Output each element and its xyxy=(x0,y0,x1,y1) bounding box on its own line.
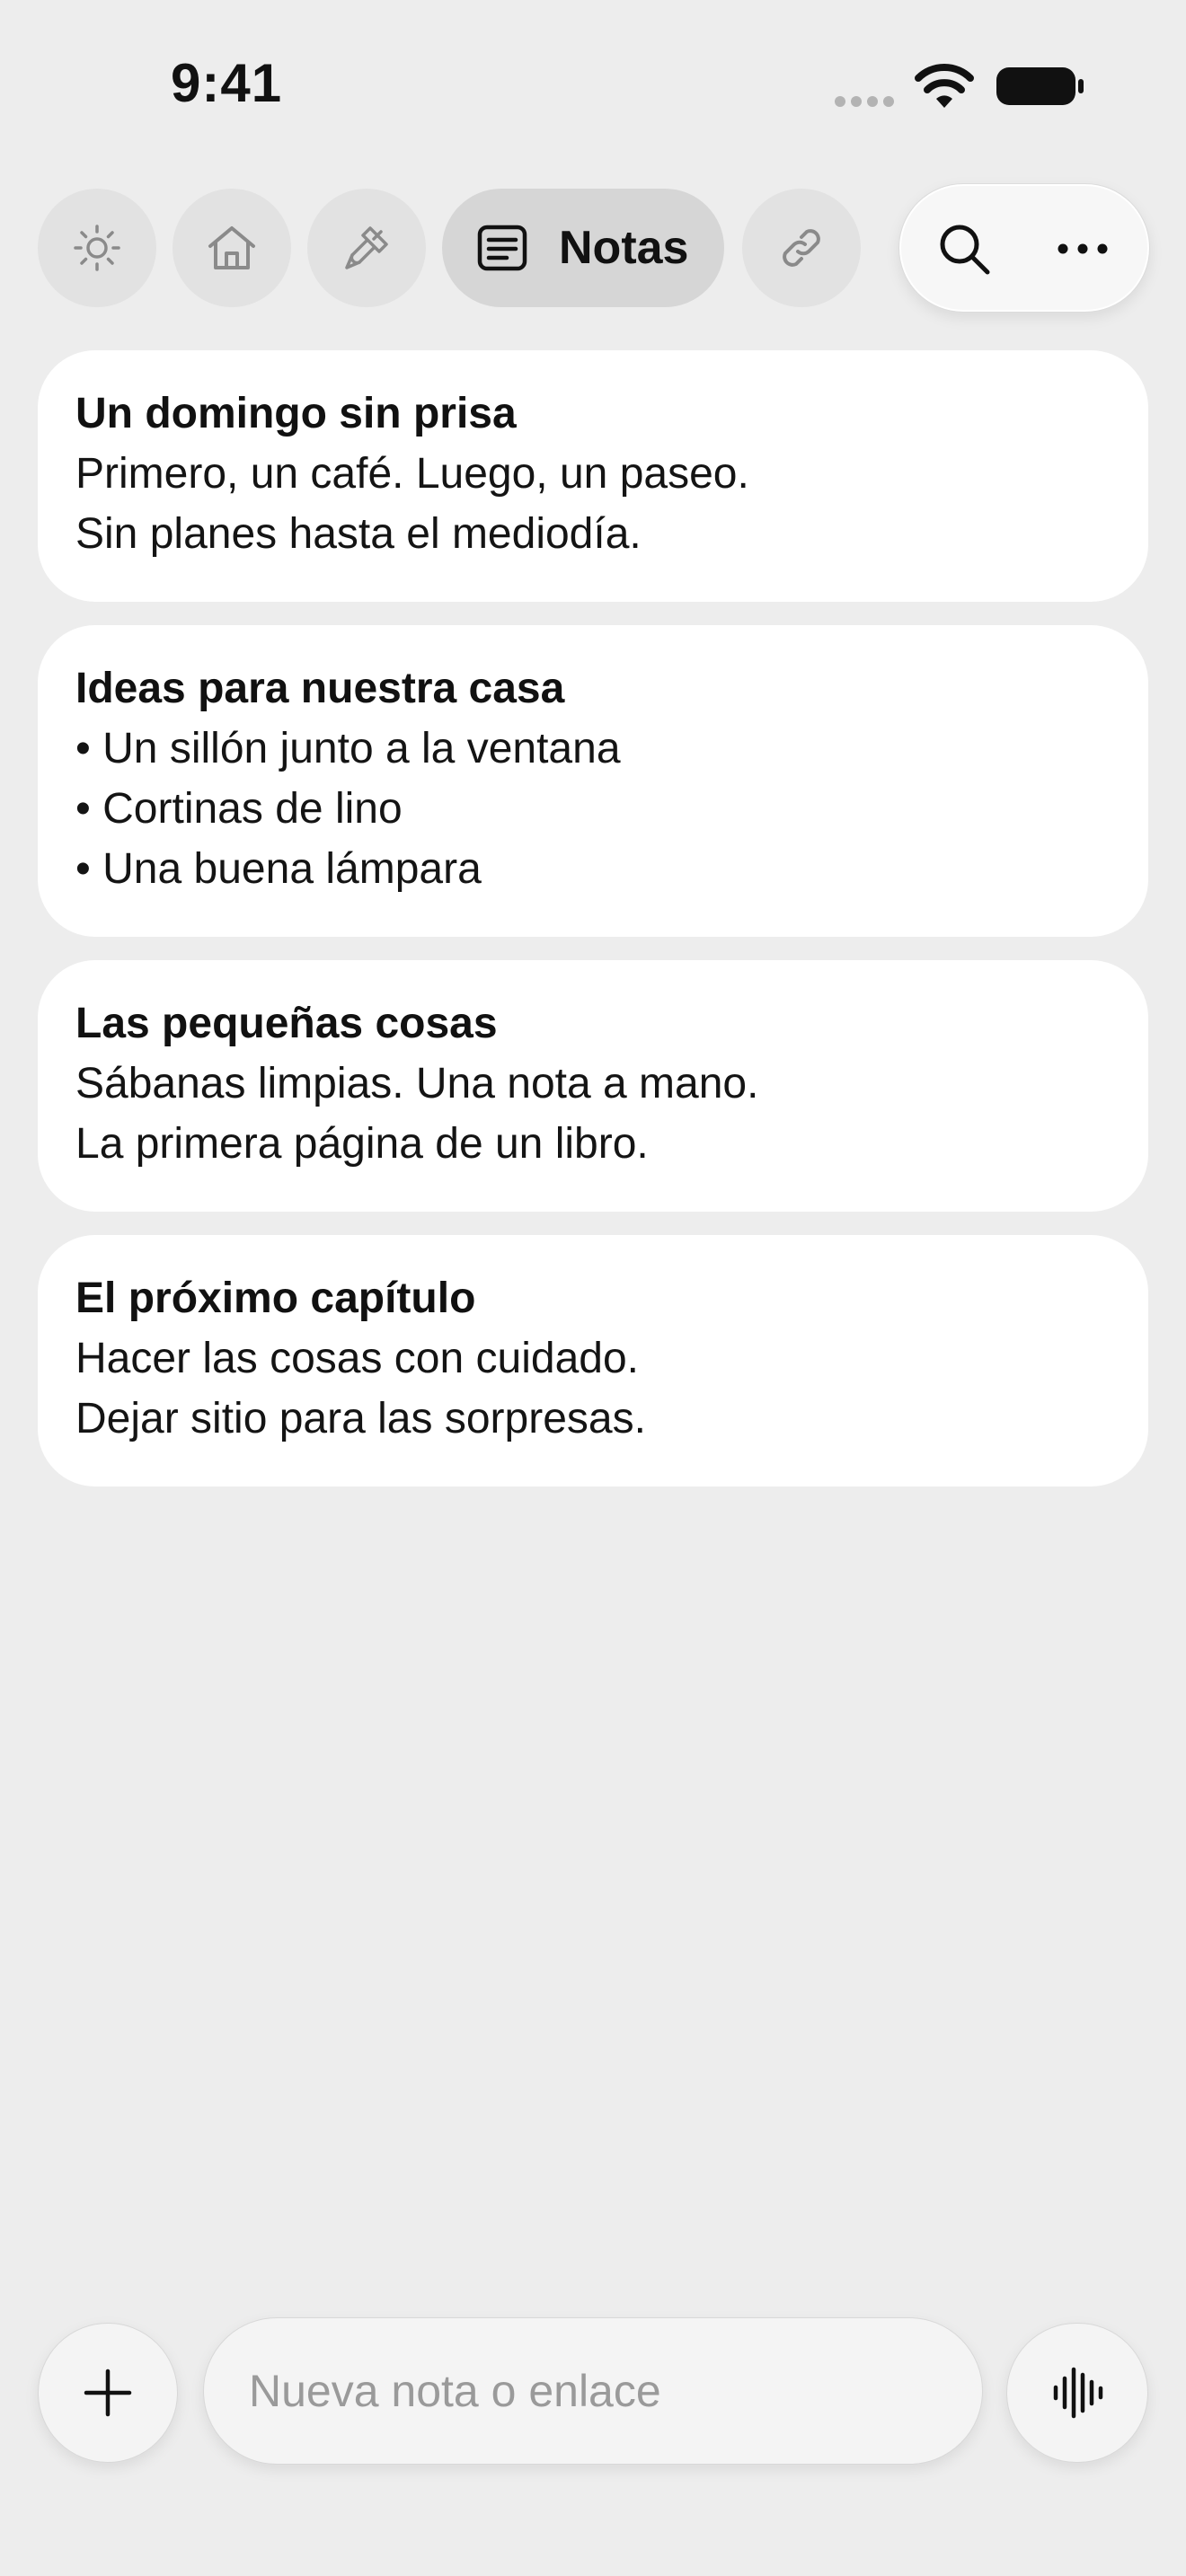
note-line: • Una buena lámpara xyxy=(75,845,482,893)
link-icon xyxy=(783,229,820,267)
note-line: Dejar sitio para las sorpresas. xyxy=(75,1395,646,1442)
note-line: La primera página de un libro. xyxy=(75,1120,649,1168)
new-note-input[interactable] xyxy=(203,2317,983,2465)
note-line: Hacer las cosas con cuidado. xyxy=(75,1335,639,1382)
note-line: • Un sillón junto a la ventana xyxy=(75,725,621,772)
notes-icon xyxy=(477,225,527,271)
tab-notas[interactable]: Notas xyxy=(442,189,724,307)
note-card[interactable]: El próximo capítulo Hacer las cosas con … xyxy=(38,1235,1148,1486)
note-title: Un domingo sin prisa xyxy=(75,390,517,437)
cellular-signal-icon xyxy=(835,96,894,107)
notes-list: Un domingo sin prisa Primero, un café. L… xyxy=(38,350,1148,1510)
nav-actions-group xyxy=(898,183,1150,313)
wifi-icon xyxy=(915,64,974,108)
status-time: 9:41 xyxy=(171,53,283,113)
note-title: Las pequeñas cosas xyxy=(75,1000,498,1047)
note-card[interactable]: Ideas para nuestra casa • Un sillón junt… xyxy=(38,625,1148,937)
search-icon[interactable] xyxy=(935,220,993,278)
note-line: Sin planes hasta el mediodía. xyxy=(75,510,642,558)
paintbrush-icon xyxy=(345,226,388,269)
note-card[interactable]: Un domingo sin prisa Primero, un café. L… xyxy=(38,350,1148,602)
note-line: Primero, un café. Luego, un paseo. xyxy=(75,450,749,498)
plus-icon xyxy=(84,2369,132,2417)
home-icon xyxy=(208,226,255,269)
nav-item-home[interactable] xyxy=(173,189,291,307)
nav-item-sun[interactable] xyxy=(38,189,156,307)
note-line: • Cortinas de lino xyxy=(75,785,403,833)
nav-item-link[interactable] xyxy=(742,189,861,307)
sun-icon xyxy=(74,225,120,271)
tab-notas-label: Notas xyxy=(559,222,689,274)
status-bar: 9:41 xyxy=(0,0,1186,171)
battery-icon xyxy=(996,67,1084,105)
nav-item-paintbrush[interactable] xyxy=(307,189,426,307)
note-title: El próximo capítulo xyxy=(75,1275,476,1322)
note-title: Ideas para nuestra casa xyxy=(75,665,565,712)
note-card[interactable]: Las pequeñas cosas Sábanas limpias. Una … xyxy=(38,960,1148,1212)
waveform-icon xyxy=(1053,2367,1103,2419)
note-line: Sábanas limpias. Una nota a mano. xyxy=(75,1060,759,1107)
add-button[interactable] xyxy=(38,2323,178,2463)
voice-button[interactable] xyxy=(1006,2323,1148,2463)
more-icon[interactable] xyxy=(1054,231,1111,267)
